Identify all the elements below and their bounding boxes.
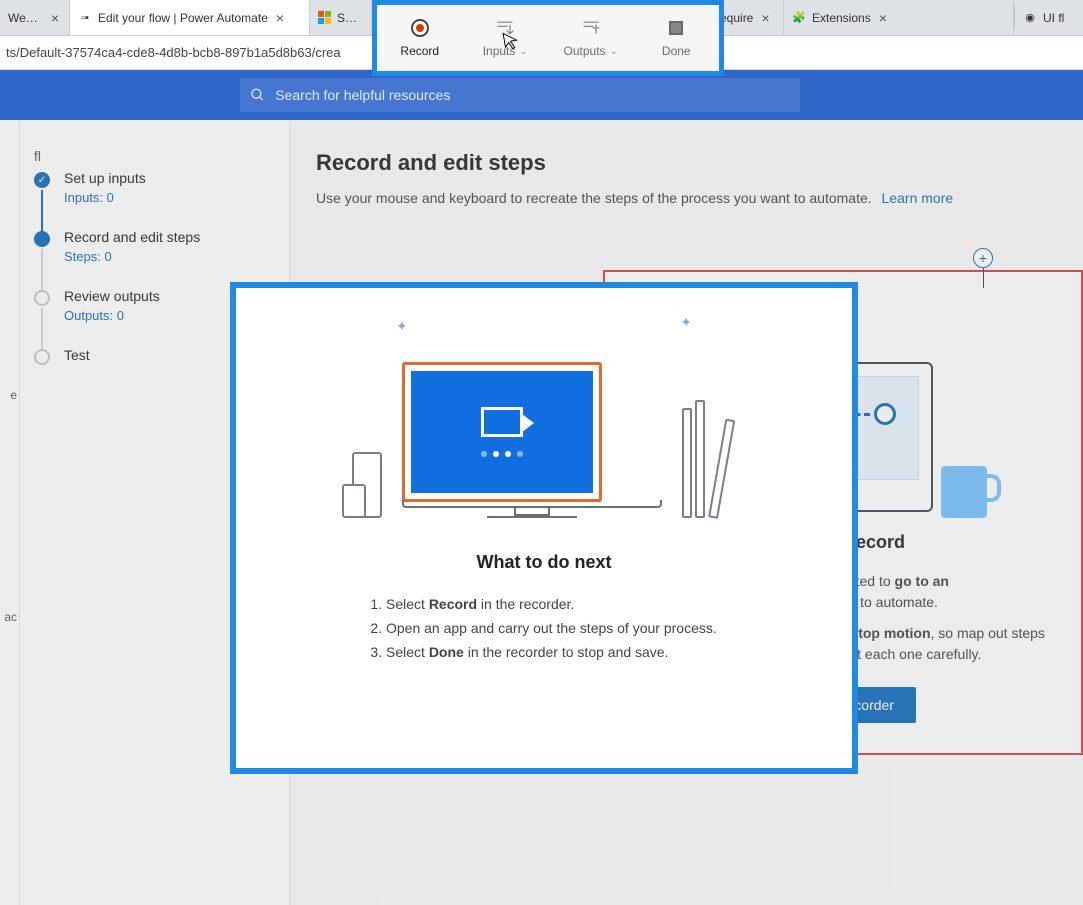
step-sub: Inputs: 0 [64, 190, 273, 205]
tab-uiflow[interactable]: ◉ UI fl [1015, 0, 1075, 35]
outputs-dropdown[interactable]: Outputs ⌄ [548, 5, 634, 71]
outputs-label: Outputs [564, 44, 606, 58]
step-record-edit[interactable]: Record and edit steps Steps: 0 [34, 229, 273, 264]
left-rail: e ac [0, 120, 20, 905]
page-title: Record and edit steps [316, 150, 1057, 176]
tab-power-automate[interactable]: ▫▪ Edit your flow | Power Automate × [70, 0, 310, 35]
tab-label: equire [720, 11, 753, 25]
what-to-do-next-modal: ✦ ✦ What to do next Select Record in the… [230, 282, 858, 774]
tab-label: Web Stor [8, 11, 43, 25]
tab-label: UI fl [1043, 11, 1064, 25]
rail-item: ac [0, 606, 19, 628]
current-step-icon [34, 231, 50, 247]
chrome-icon: ◉ [1023, 11, 1037, 25]
close-icon[interactable]: × [274, 10, 286, 26]
list-item: Open an app and carry out the steps of y… [386, 617, 812, 641]
close-icon[interactable]: × [759, 10, 771, 26]
rail-item: e [0, 384, 19, 406]
stop-icon [666, 18, 686, 38]
done-button[interactable]: Done [634, 5, 720, 71]
list-item: Select Done in the recorder to stop and … [386, 641, 812, 665]
outputs-icon [581, 18, 601, 38]
puzzle-icon: 🧩 [792, 11, 806, 25]
inputs-dropdown[interactable]: Inputs⌄ [463, 5, 549, 71]
list-item: Select Record in the recorder. [386, 593, 812, 617]
helper-text: Use your mouse and keyboard to recreate … [316, 190, 1057, 206]
camera-icon [481, 407, 523, 437]
learn-more-link[interactable]: Learn more [882, 190, 954, 206]
record-button[interactable]: Record [377, 5, 463, 71]
pending-step-icon [34, 349, 50, 365]
tab-webstore[interactable]: Web Stor × [0, 0, 70, 35]
tab-label: Edit your flow | Power Automate [98, 11, 268, 25]
step-setup-inputs[interactable]: ✓ Set up inputs Inputs: 0 [34, 170, 273, 205]
tab-label: Set u [337, 11, 363, 25]
search-icon [250, 87, 265, 103]
microsoft-icon [318, 11, 331, 25]
tab-setup[interactable]: Set u [310, 0, 372, 35]
close-icon[interactable]: × [49, 10, 61, 26]
tab-extensions[interactable]: 🧩 Extensions × [784, 0, 1014, 35]
step-title: Set up inputs [64, 170, 273, 186]
chevron-down-icon: ⌄ [519, 46, 527, 57]
modal-illustration: ✦ ✦ [276, 318, 812, 518]
step-sub: Steps: 0 [64, 249, 273, 264]
url-text: ts/Default-37574ca4-cde8-4d8b-bcb8-897b1… [6, 45, 341, 60]
insert-step-icon[interactable]: + [973, 248, 993, 288]
recorder-toolbar: Record Inputs⌄ Outputs⌄ Done [372, 0, 724, 92]
power-automate-icon: ▫▪ [78, 11, 92, 25]
steps-header: fl [34, 148, 273, 164]
check-icon: ✓ [34, 172, 50, 188]
done-label: Done [662, 44, 691, 58]
inputs-label: Inputs [483, 44, 516, 58]
record-label: Record [400, 44, 439, 58]
modal-steps-list: Select Record in the recorder. Open an a… [386, 593, 812, 664]
chevron-down-icon: ⌄ [610, 46, 618, 57]
modal-title: What to do next [276, 552, 812, 573]
tab-label: Extensions [812, 11, 871, 25]
record-icon [411, 19, 429, 37]
inputs-icon [495, 18, 515, 38]
step-title: Record and edit steps [64, 229, 273, 245]
close-icon[interactable]: × [877, 10, 889, 26]
pending-step-icon [34, 290, 50, 306]
